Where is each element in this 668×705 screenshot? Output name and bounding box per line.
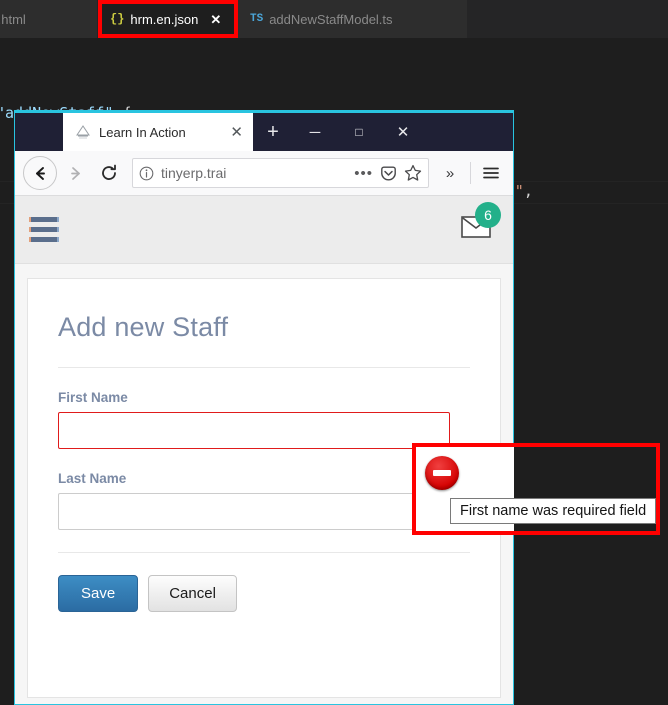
json-file-icon: {} (110, 12, 125, 26)
editor-tab-bar: f.html {} hrm.en.json ✕ TS addNewStaffMo… (0, 0, 668, 38)
maximize-button[interactable]: □ (337, 113, 381, 151)
typescript-file-icon: TS (250, 13, 264, 25)
cancel-button[interactable]: Cancel (148, 575, 237, 612)
browser-tab-learn-in-action[interactable]: Learn In Action ✕ (63, 113, 253, 151)
save-button[interactable]: Save (58, 575, 139, 612)
star-icon[interactable] (404, 164, 422, 182)
browser-tab-title: Learn In Action (99, 124, 186, 140)
overflow-menu-icon[interactable]: » (436, 165, 464, 182)
editor-tab-hrm-en-json[interactable]: {} hrm.en.json ✕ (98, 0, 238, 38)
validation-tooltip: First name was required field (450, 498, 657, 524)
menu-bar (29, 227, 59, 232)
hamburger-menu-icon[interactable] (29, 215, 59, 244)
message-count-badge: 6 (475, 202, 501, 228)
toolbar-divider (470, 162, 471, 184)
reload-button[interactable] (93, 157, 125, 189)
editor-tab-html[interactable]: f.html (0, 0, 98, 38)
window-close-button[interactable]: ✕ (381, 113, 425, 151)
actions-divider (58, 552, 470, 553)
menu-bar (29, 217, 59, 222)
browser-toolbar: tinyerp.trai ••• » (15, 151, 513, 196)
editor-tab-label: addNewStaffModel.ts (269, 11, 393, 27)
page-title: Add new Staff (58, 312, 229, 342)
info-circle-icon[interactable] (139, 166, 154, 181)
field-group-first-name: First Name (58, 390, 470, 449)
back-button[interactable] (23, 156, 57, 190)
new-tab-button[interactable]: + (253, 113, 293, 151)
error-icon-bar (433, 470, 451, 476)
error-stop-icon[interactable] (425, 456, 459, 490)
editor-tab-label: f.html (0, 11, 26, 27)
menu-bar (29, 237, 59, 242)
editor-tab-label: hrm.en.json (130, 11, 199, 27)
close-icon[interactable]: ✕ (210, 13, 221, 26)
last-name-input[interactable] (58, 493, 450, 530)
forward-button[interactable] (59, 157, 91, 189)
browser-tab-strip: Learn In Action ✕ + ─ □ ✕ (15, 113, 513, 151)
browser-window: Learn In Action ✕ + ─ □ ✕ tinyerp.trai •… (14, 110, 514, 705)
url-bar[interactable]: tinyerp.trai ••• (132, 158, 429, 188)
form-actions: Save Cancel (58, 571, 470, 612)
field-group-last-name: Last Name (58, 471, 470, 530)
site-favicon (75, 124, 91, 140)
title-divider (58, 367, 470, 368)
first-name-label: First Name (58, 390, 128, 405)
browser-menu-icon[interactable] (477, 164, 505, 182)
url-text[interactable]: tinyerp.trai (161, 165, 347, 181)
json-comma: , (523, 182, 533, 200)
tabstrip-spacer (15, 113, 63, 151)
close-icon[interactable]: ✕ (230, 125, 243, 140)
pocket-icon[interactable] (380, 165, 397, 182)
site-header: 6 (15, 196, 513, 264)
editor-tab-addnewstaffmodel-ts[interactable]: TS addNewStaffModel.ts (238, 0, 468, 38)
last-name-label: Last Name (58, 471, 127, 486)
page-actions-icon[interactable]: ••• (354, 165, 373, 182)
minimize-button[interactable]: ─ (293, 113, 337, 151)
first-name-input[interactable] (58, 412, 450, 449)
messages-button[interactable]: 6 (461, 202, 501, 243)
